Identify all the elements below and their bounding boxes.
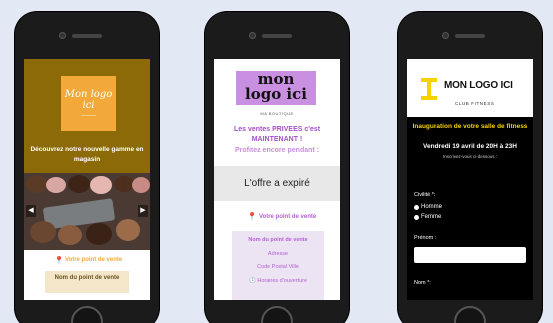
phone-screen-2: mon logo ici MA BOUTIQUE Les ventes PRIV… [214, 59, 340, 300]
phone-mockup-2: mon logo ici MA BOUTIQUE Les ventes PRIV… [205, 12, 349, 323]
firstname-input[interactable] [414, 247, 526, 263]
store-hours-label: Horaires d'ouverture [257, 278, 308, 284]
event-title: Inauguration de votre salle de fitness [412, 123, 528, 130]
phone-mockup-3: MON LOGO ICI CLUB FITNESS Inauguration d… [398, 12, 542, 323]
phone-mockup-1: Mon logo ici ——— Découvrez notre nouvell… [15, 12, 159, 323]
header-banner: Mon logo ici ——— Découvrez notre nouvell… [24, 59, 150, 173]
radio-button[interactable] [414, 214, 419, 220]
radio-femme[interactable]: Femme [414, 214, 441, 220]
logo: mon logo ici [236, 72, 316, 102]
speaker [72, 34, 102, 38]
header: MON LOGO ICI CLUB FITNESS [407, 59, 533, 117]
logo-text-line-1: Mon logo [64, 88, 113, 100]
logo-text-line-2: logo ici [245, 85, 307, 103]
store-name: Nom du point de vente [248, 237, 308, 243]
camera [59, 32, 66, 39]
store-link[interactable]: Votre point de vente [65, 257, 122, 263]
store-hours: 🕓 Horaires d'ouverture [232, 278, 324, 284]
store-address: Adresse [267, 251, 289, 257]
sales-heading: Les ventes PRIVEES c'est MAINTENANT ! [233, 126, 321, 143]
location-pin-icon: 📍 [54, 256, 64, 265]
store-link[interactable]: Votre point de vente [259, 214, 316, 220]
club-label: CLUB FITNESS [455, 101, 495, 106]
home-button [454, 306, 486, 323]
firstname-label: Prénom : [414, 235, 437, 241]
boutique-label: MA BOUTIQUE [260, 111, 294, 116]
offer-expired-banner: L'offre a expiré [214, 166, 340, 201]
radio-button[interactable] [414, 204, 419, 210]
logo-divider: ——— [81, 112, 96, 119]
phone-screen-3: MON LOGO ICI CLUB FITNESS Inauguration d… [407, 59, 533, 300]
camera [249, 32, 256, 39]
radio-homme-label: Homme [421, 204, 443, 210]
store-name-box: Nom du point de vente [45, 271, 129, 293]
speaker [262, 34, 292, 38]
register-prompt: Inscrivez-vous ci-dessous : [442, 154, 498, 159]
speaker [455, 34, 485, 38]
logo-text: MON LOGO ICI [444, 80, 513, 91]
tagline: Découvrez notre nouvelle gamme en magasi… [30, 146, 144, 163]
lastname-label: Nom *: [414, 280, 431, 286]
profit-text: Profitez encore pendant : [234, 147, 319, 154]
dumbbell-icon [421, 78, 437, 100]
civility-label: Civilité *: [414, 192, 436, 198]
camera [442, 32, 449, 39]
carousel-next-button[interactable]: ▶ [138, 205, 148, 217]
store-postal-city: Code Postal Ville [257, 264, 299, 270]
event-date: Vendredi 19 avril de 20H à 23H [423, 143, 517, 150]
chocolates-photo: ◀ ▶ [24, 173, 150, 250]
store-info-box: Nom du point de vente Adresse Code Posta… [232, 231, 324, 300]
radio-femme-label: Femme [421, 214, 442, 220]
radio-homme[interactable]: Homme [414, 204, 442, 210]
logo-text-line-2: ici [82, 99, 95, 111]
logo: Mon logo ici ——— [61, 76, 116, 131]
store-section: 📍 Votre point de vente Nom du point de v… [24, 250, 150, 300]
location-pin-icon: 📍 [247, 212, 257, 221]
home-button [71, 306, 103, 323]
carousel-prev-button[interactable]: ◀ [26, 205, 36, 217]
home-button [261, 306, 293, 323]
phone-screen-1: Mon logo ici ——— Découvrez notre nouvell… [24, 59, 150, 300]
